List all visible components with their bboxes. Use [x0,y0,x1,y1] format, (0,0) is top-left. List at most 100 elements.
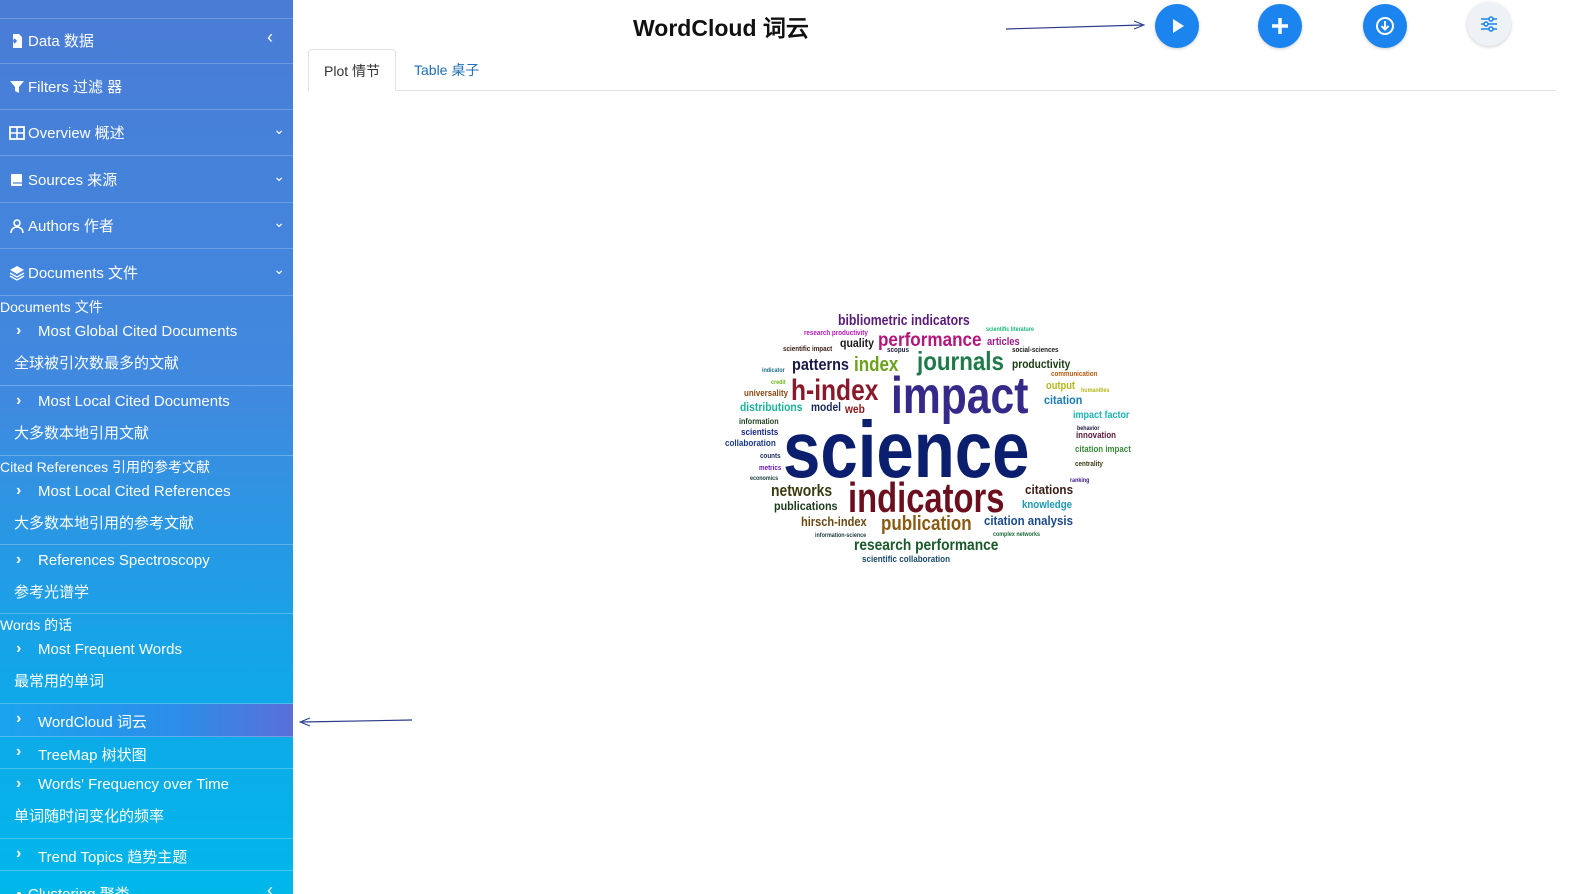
chevron-right-icon: › [16,775,22,792]
wordcloud-word: patterns [792,356,849,374]
wordcloud-word: output [1046,380,1076,392]
wordcloud-word: complex networks [993,532,1040,538]
annotation-arrow-right [1005,20,1146,30]
download-button[interactable] [1363,4,1407,48]
wordcloud-word: networks [771,482,832,501]
subitem-label: Most Local Cited Documents [38,393,230,410]
sidebar-item-partial-top[interactable] [0,0,293,19]
wordcloud-word: hirsch-index [801,514,867,529]
wordcloud-word: collaboration [725,438,776,449]
filter-icon [9,79,25,95]
sidebar-subitem-most-global-cited-documents[interactable]: › Most Global Cited Documents 全球被引次数最多的文… [0,316,293,386]
wordcloud-word: credit [771,380,786,386]
subitem-label: Words' Frequency over Time [38,776,229,793]
sidebar-item-authors[interactable]: Authors 作者 ⌄ [0,203,293,249]
chevron-down-icon: ⌄ [273,214,285,230]
wordcloud-word: scientific literature [986,327,1034,333]
cluster-icon [9,886,25,894]
sidebar-item-label: Filters 过滤 器 [28,79,123,96]
book-icon [9,172,25,188]
sidebar-item-label: Sources 来源 [28,172,118,189]
sidebar-item-label: Documents 文件 [28,265,139,282]
subitem-label: Trend Topics 趋势主题 [38,849,188,866]
wordcloud-word: model [811,401,841,414]
wordcloud-word: journals [916,347,1004,376]
download-icon [1376,17,1394,35]
wordcloud-word: knowledge [1022,500,1072,512]
subitem-label: Most Frequent Words [38,641,182,658]
wordcloud-word: centrality [1075,461,1103,468]
sidebar-item-label: Clustering 聚类 [28,883,130,894]
layers-icon [9,265,25,281]
sidebar-subitem-trend-topics[interactable]: › Trend Topics 趋势主题 [0,839,293,871]
chevron-right-icon: › [16,482,22,499]
sliders-icon [1481,16,1497,32]
wordcloud-word: social-sciences [1012,347,1059,354]
chevron-left-icon: ‹ [267,880,273,894]
sidebar-item-filters[interactable]: Filters 过滤 器 [0,64,293,110]
wordcloud-word: distributions [740,401,802,414]
add-button[interactable] [1258,4,1302,48]
sidebar-item-overview[interactable]: Overview 概述 ⌄ [0,110,293,156]
wordcloud-word: research productivity [804,330,868,337]
wordcloud-word: communication [1051,371,1097,378]
tab-bar: Plot 情节 Table 桌子 [308,49,1556,91]
chevron-right-icon: › [16,743,22,760]
sidebar-subitem-most-frequent-words[interactable]: › Most Frequent Words 最常用的单词 [0,634,293,704]
subitem-label-zh: 大多数本地引用文献 [14,425,150,442]
wordcloud-word: universality [744,388,788,399]
annotation-arrow-left [298,717,413,727]
subitem-label-zh: 大多数本地引用的参考文献 [14,515,195,532]
chevron-left-icon: ‹ [267,27,273,47]
wordcloud-word: publication [881,512,972,535]
wordcloud-word: scientific impact [783,346,833,353]
chevron-down-icon: ⌄ [273,168,285,184]
wordcloud-word: indicator [762,368,785,374]
sidebar-subitem-most-local-cited-documents[interactable]: › Most Local Cited Documents 大多数本地引用文献 [0,386,293,456]
chevron-down-icon: ⌄ [273,121,285,137]
sidebar-item-clustering[interactable]: Clustering 聚类 ‹ [0,871,293,894]
sidebar-item-sources[interactable]: Sources 来源 ⌄ [0,157,293,203]
sidebar-subitem-references-spectroscopy[interactable]: › References Spectroscopy 参考光谱学 [0,545,293,614]
subitem-label: Most Global Cited Documents [38,323,238,340]
chevron-right-icon: › [16,551,22,568]
sidebar-subitem-most-local-cited-references[interactable]: › Most Local Cited References 大多数本地引用的参考… [0,476,293,545]
wordcloud-word: metrics [759,465,782,472]
section-label-documents: Documents 文件 [0,299,103,315]
sidebar-subitem-wordcloud[interactable]: › WordCloud 词云 [0,704,293,737]
chevron-right-icon: › [16,322,22,339]
subitem-label-zh: 最常用的单词 [14,673,105,690]
sidebar-subitem-treemap[interactable]: › TreeMap 树状图 [0,737,293,769]
sidebar-item-data[interactable]: Data 数据 ‹ [0,18,293,64]
wordcloud: scienceimpactindicatorsh-indexjournalspe… [725,312,1131,564]
run-button[interactable] [1155,4,1199,48]
table-icon [9,125,25,141]
wordcloud-word: web [844,403,865,416]
wordcloud-word: citation [1044,395,1082,408]
wordcloud-word: economics [750,476,778,482]
wordcloud-word: bibliometric indicators [838,312,970,328]
wordcloud-word: quality [840,337,875,350]
options-button[interactable] [1467,2,1511,46]
page-title: WordCloud 词云 [633,15,809,41]
wordcloud-word: scopus [887,347,909,354]
section-label-words: Words 的话 [0,617,73,633]
subitem-label: Most Local Cited References [38,483,231,500]
sidebar-item-label: Data 数据 [28,33,94,50]
chevron-right-icon: › [16,710,22,727]
wordcloud-word: counts [760,453,781,460]
tab-plot[interactable]: Plot 情节 [308,49,397,91]
chevron-right-icon: › [16,392,22,409]
tab-table[interactable]: Table 桌子 [399,49,494,91]
wordcloud-word: impact factor [1073,410,1130,422]
user-icon [9,218,25,234]
subitem-label-zh: 参考光谱学 [14,584,90,601]
subitem-label: References Spectroscopy [38,552,210,569]
wordcloud-word: ranking [1070,478,1090,484]
sidebar-subitem-words-frequency-over-time[interactable]: › Words' Frequency over Time 单词随时间变化的频率 [0,769,293,839]
wordcloud-word: information [739,417,779,426]
wordcloud-word: scientists [741,427,779,438]
sidebar-item-documents[interactable]: Documents 文件 ⌄ [0,250,293,296]
wordcloud-word: information-science [815,533,866,539]
subitem-label: TreeMap 树状图 [38,747,147,764]
